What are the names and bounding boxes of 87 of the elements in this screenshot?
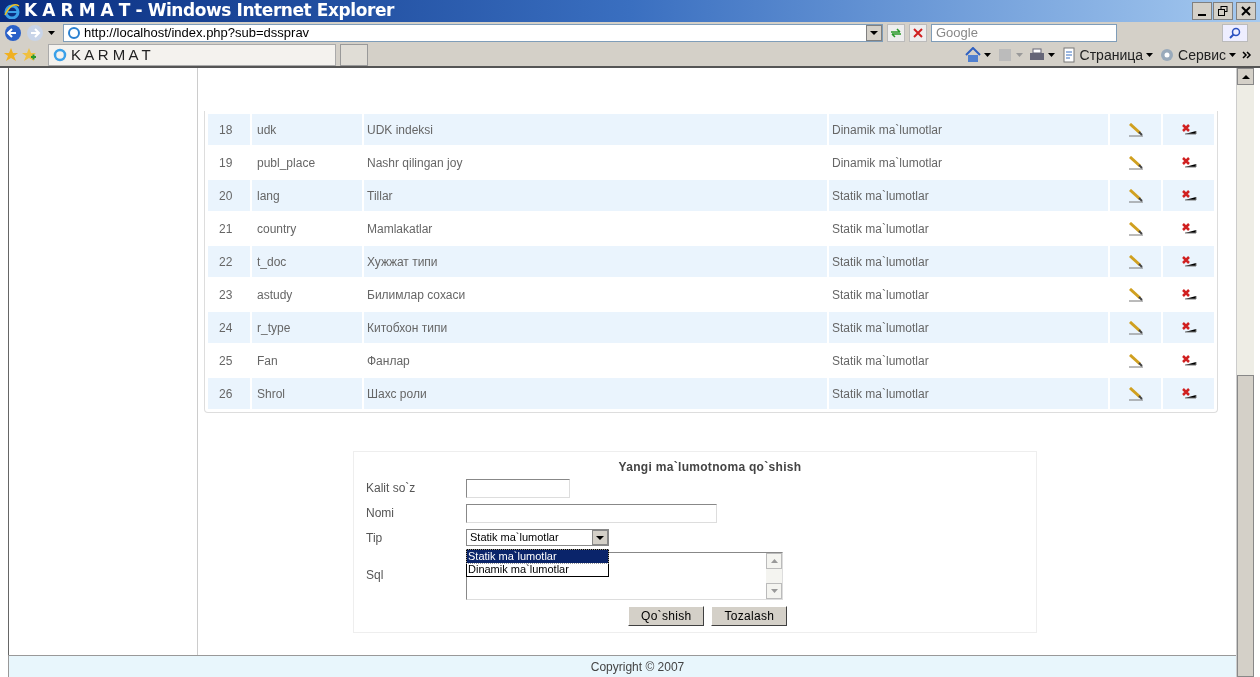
delete-icon[interactable] (1180, 123, 1197, 138)
key-cell: t_doc (252, 246, 362, 277)
restore-icon (1218, 6, 1228, 16)
edit-icon[interactable] (1127, 354, 1144, 369)
dropdown-option[interactable]: Statik ma`lumotlar (467, 550, 608, 563)
delete-icon[interactable] (1180, 387, 1197, 402)
chevron-icon[interactable] (1242, 51, 1252, 59)
footer-text: Copyright © 2007 (590, 658, 685, 676)
name-cell: Хужжат типи (364, 246, 827, 277)
tools-menu[interactable]: Сервис (1159, 44, 1236, 66)
dropdown-option[interactable]: Dinamik ma`lumotlar (467, 563, 608, 576)
delete-icon[interactable] (1180, 354, 1197, 369)
minimize-icon (1198, 14, 1206, 16)
delete-icon[interactable] (1180, 156, 1197, 171)
caret-icon (1015, 53, 1023, 57)
edit-icon[interactable] (1127, 222, 1144, 237)
type-cell: Statik ma`lumotlar (829, 312, 1108, 343)
delete-icon[interactable] (1180, 189, 1197, 204)
field-label: Sql (366, 567, 385, 584)
field-label: Tip (366, 530, 384, 547)
name-cell: UDK indeksi (364, 114, 827, 145)
caret-icon[interactable] (48, 31, 55, 35)
delete-icon[interactable] (1180, 288, 1197, 303)
stop-button[interactable] (909, 24, 927, 42)
dropdown-arrow-icon[interactable] (870, 31, 878, 35)
home-button[interactable] (964, 47, 991, 63)
edit-icon[interactable] (1127, 255, 1144, 270)
caret-icon (1047, 53, 1055, 57)
scrollbar[interactable] (1236, 68, 1254, 677)
name-cell: Шахс роли (364, 378, 827, 409)
page-menu[interactable]: Страница (1060, 44, 1154, 66)
edit-icon[interactable] (1127, 321, 1144, 336)
edit-icon[interactable] (1127, 123, 1144, 138)
edit-icon[interactable] (1127, 156, 1144, 171)
gear-icon (1159, 47, 1176, 63)
edit-icon[interactable] (1127, 189, 1144, 204)
delete-icon[interactable] (1180, 222, 1197, 237)
search-field[interactable]: Google (931, 24, 1117, 42)
restore-button[interactable] (1213, 2, 1233, 20)
key-cell: r_type (252, 312, 362, 343)
key-cell: udk (252, 114, 362, 145)
text-field[interactable] (466, 479, 570, 498)
type-cell: Statik ma`lumotlar (829, 180, 1108, 211)
row-number: 22 (208, 246, 250, 277)
edit-icon[interactable] (1127, 387, 1144, 402)
type-cell: Statik ma`lumotlar (829, 246, 1108, 277)
form-button[interactable]: Qo`shish (628, 606, 705, 626)
name-cell: Tillar (364, 180, 827, 211)
row-number: 18 (208, 114, 250, 145)
star-icon[interactable] (4, 48, 18, 62)
type-cell: Statik ma`lumotlar (829, 378, 1108, 409)
minimize-button[interactable] (1192, 2, 1212, 20)
type-cell: Dinamik ma`lumotlar (829, 114, 1108, 145)
search-icon (1229, 27, 1241, 39)
scroll-down-icon[interactable] (770, 589, 778, 593)
home-icon (964, 47, 981, 63)
caret-icon (983, 53, 991, 57)
text-field[interactable] (466, 504, 717, 523)
scroll-up-icon[interactable] (1241, 74, 1250, 79)
row-number: 26 (208, 378, 250, 409)
caret-icon (1146, 53, 1154, 57)
row-number: 24 (208, 312, 250, 343)
printer-button[interactable] (1028, 47, 1055, 63)
refresh-button[interactable] (887, 24, 905, 42)
edit-icon[interactable] (1127, 288, 1144, 303)
dropdown-arrow-icon[interactable] (596, 535, 604, 540)
field-label: Kalit so`z (366, 480, 417, 497)
stop-icon (913, 28, 923, 38)
browser-tab[interactable]: K A R M A T (48, 44, 336, 66)
back-button[interactable] (4, 24, 22, 42)
caret-icon (1229, 53, 1236, 57)
refresh-icon (890, 28, 902, 38)
form-button[interactable]: Tozalash (711, 606, 788, 626)
printer-icon (1028, 47, 1045, 63)
name-cell: Китобхон типи (364, 312, 827, 343)
address-field[interactable]: http://localhost/index.php?sub=dssprav (63, 24, 883, 42)
close-icon (1241, 6, 1251, 16)
form-title: Yangi ma`lumotnoma qo`shish (617, 459, 803, 476)
field-label: Nomi (366, 505, 395, 522)
close-button[interactable] (1236, 2, 1256, 20)
key-cell: Shrol (252, 378, 362, 409)
search-button[interactable] (1222, 24, 1248, 42)
key-cell: lang (252, 180, 362, 211)
window-title: K A R M A T - Windows Internet Explorer (24, 0, 394, 23)
row-number: 20 (208, 180, 250, 211)
delete-icon[interactable] (1180, 321, 1197, 336)
delete-icon[interactable] (1180, 255, 1197, 270)
